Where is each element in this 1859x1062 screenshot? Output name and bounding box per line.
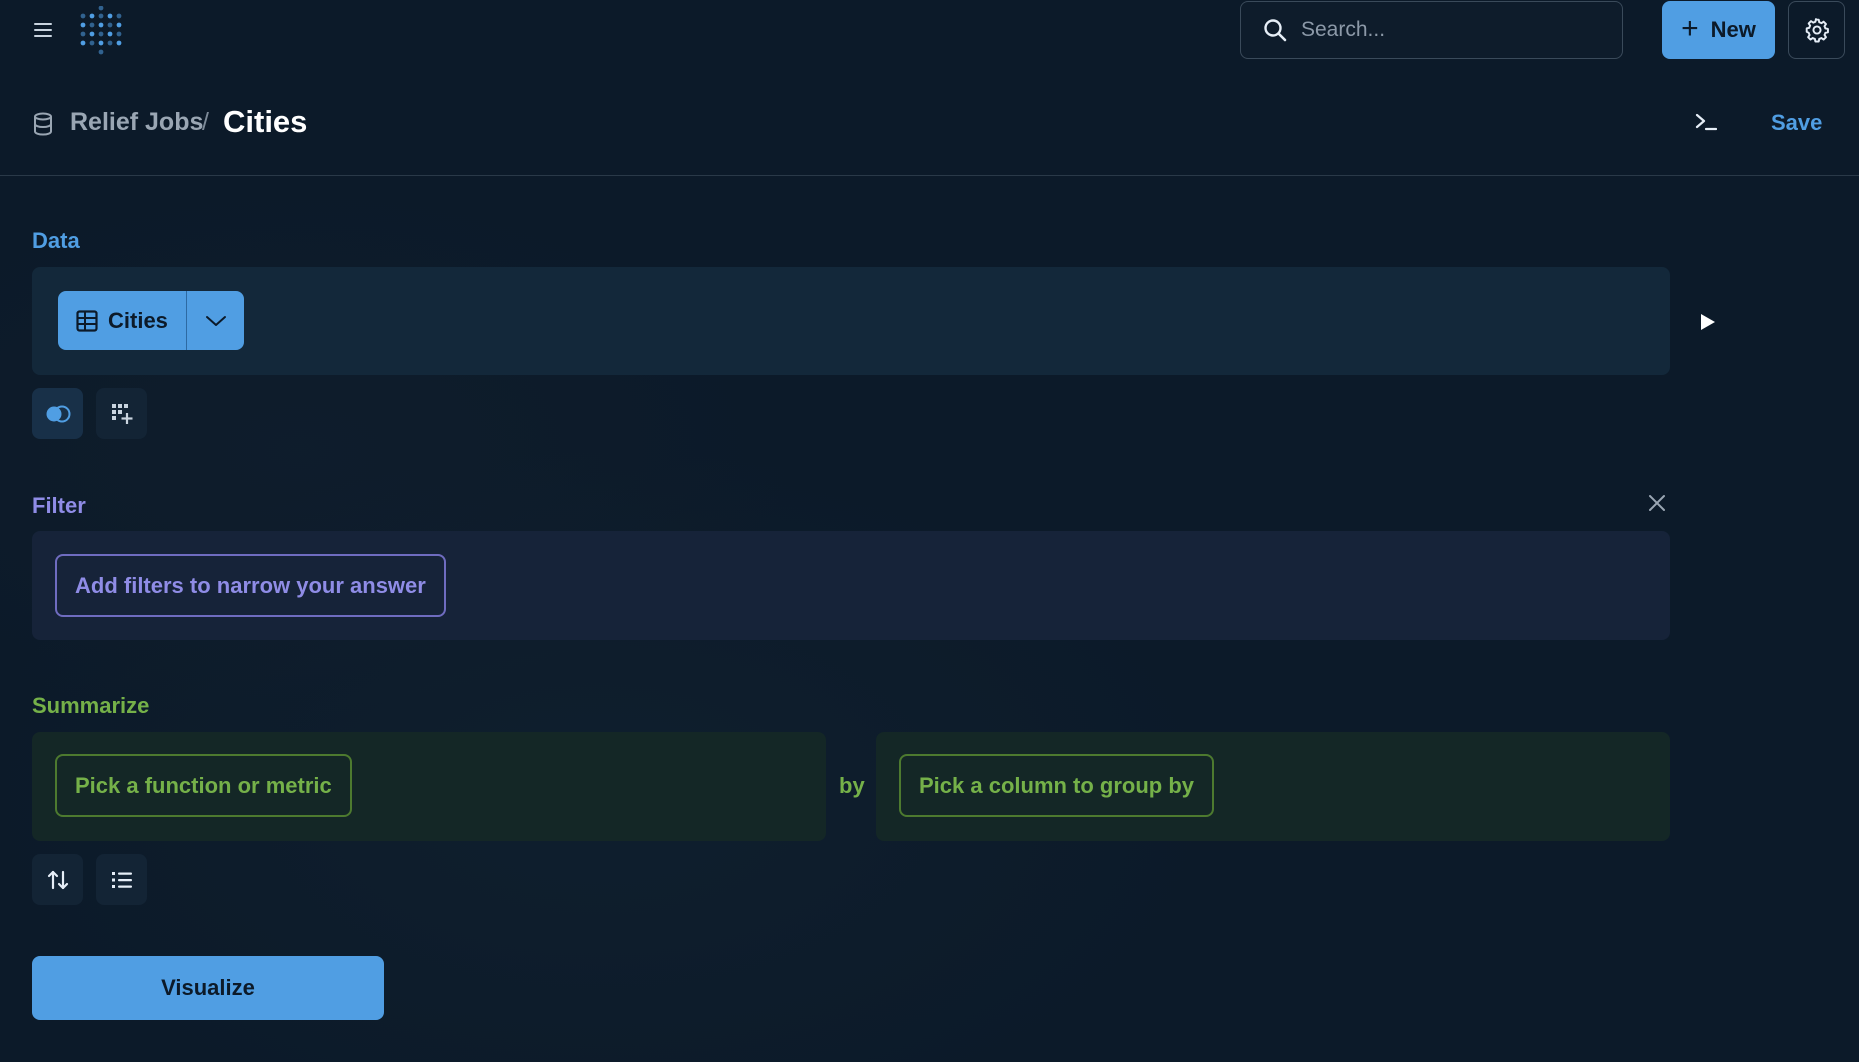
filter-step-panel: Add filters to narrow your answer: [32, 531, 1670, 640]
close-icon[interactable]: [1648, 494, 1666, 512]
top-navigation-bar: + New: [0, 0, 1859, 62]
page-title[interactable]: Cities: [223, 104, 307, 140]
table-options-dropdown[interactable]: [187, 291, 244, 350]
join-icon: [46, 405, 70, 422]
filter-section-label: Filter: [32, 493, 86, 518]
pick-metric-button[interactable]: Pick a function or metric: [55, 754, 352, 817]
table-name: Cities: [108, 307, 168, 333]
gear-icon: [1805, 18, 1829, 43]
summarize-section-label: Summarize: [32, 693, 150, 718]
sort-button[interactable]: [32, 854, 83, 905]
pick-group-by-button[interactable]: Pick a column to group by: [899, 754, 1215, 817]
aggregation-panel: Pick a function or metric: [32, 732, 826, 841]
settings-button[interactable]: [1788, 1, 1845, 59]
chevron-down-icon: [205, 315, 226, 326]
breakout-panel: Pick a column to group by: [876, 732, 1670, 841]
table-icon: [76, 309, 98, 332]
play-icon[interactable]: [1700, 313, 1716, 331]
plus-icon: +: [1681, 11, 1699, 45]
menu-icon[interactable]: [30, 19, 56, 43]
by-label: by: [839, 773, 865, 798]
visualize-button[interactable]: Visualize: [32, 956, 384, 1020]
data-step-panel: Cities: [32, 267, 1670, 375]
table-select-button[interactable]: Cities: [58, 291, 186, 350]
limit-icon: [111, 871, 132, 888]
table-picker[interactable]: Cities: [58, 291, 245, 350]
search-box[interactable]: [1240, 1, 1623, 59]
custom-column-button[interactable]: [96, 388, 147, 439]
breadcrumb-separator: /: [202, 108, 209, 136]
metabase-logo[interactable]: [78, 6, 124, 56]
add-column-icon: [111, 403, 132, 424]
sort-icon: [47, 870, 68, 889]
data-section-label: Data: [32, 228, 80, 253]
new-button-label: New: [1710, 17, 1756, 42]
add-filter-button[interactable]: Add filters to narrow your answer: [55, 554, 446, 617]
question-header: Relief Jobs / Cities Save: [0, 62, 1859, 176]
breadcrumb-collection[interactable]: Relief Jobs: [70, 108, 203, 137]
database-icon: [34, 112, 52, 136]
search-input[interactable]: [1301, 18, 1601, 42]
join-data-button[interactable]: [32, 388, 83, 439]
row-limit-button[interactable]: [96, 854, 147, 905]
terminal-icon[interactable]: [1695, 112, 1717, 132]
save-button[interactable]: Save: [1771, 110, 1822, 136]
new-button[interactable]: + New: [1662, 1, 1775, 59]
search-icon: [1264, 19, 1287, 42]
